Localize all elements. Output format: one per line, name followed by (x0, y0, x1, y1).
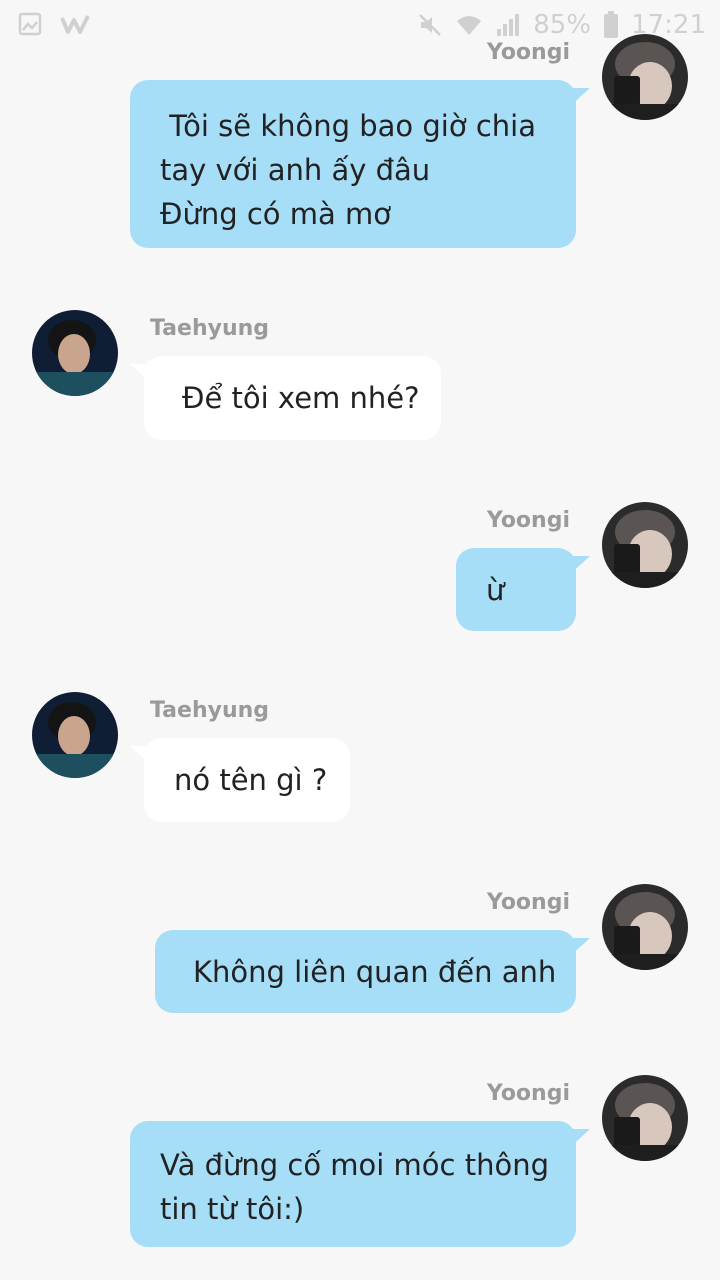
message-text: Đừng có mà mơ (160, 197, 391, 231)
message-bubble[interactable]: Và đừng cố moi móc thông tin từ tôi:) (130, 1121, 590, 1247)
battery-percent: 85% (533, 10, 592, 40)
message-bubble[interactable]: Không liên quan đến anh (155, 930, 590, 1013)
wattpad-icon (60, 12, 90, 36)
sender-name: Taehyung (150, 316, 270, 341)
message-text: Không liên quan đến anh (193, 955, 557, 989)
message-text: tin từ tôi:) (160, 1192, 305, 1226)
avatar-yoongi[interactable] (602, 502, 688, 588)
sender-name: Yoongi (486, 508, 570, 533)
wifi-icon (455, 13, 483, 37)
message-text: nó tên gì ? (174, 763, 328, 797)
status-bar: 85% 17:21 (0, 0, 720, 50)
avatar-yoongi[interactable] (602, 1075, 688, 1161)
mute-icon (417, 12, 443, 38)
avatar-yoongi[interactable] (602, 34, 688, 120)
avatar-taehyung[interactable] (32, 692, 118, 778)
sender-name: Yoongi (486, 40, 570, 65)
message-text: tay với anh ấy đâu (160, 153, 431, 187)
message-bubble[interactable]: nó tên gì ? (130, 738, 350, 822)
message-bubble[interactable]: ừ (456, 548, 590, 631)
gallery-icon (18, 12, 42, 36)
message-text: ừ (486, 573, 505, 607)
sender-name: Yoongi (486, 1081, 570, 1106)
sender-name: Yoongi (486, 890, 570, 915)
signal-icon (495, 12, 521, 38)
message-bubble[interactable]: Để tôi xem nhé? (130, 356, 441, 440)
message-text: Để tôi xem nhé? (182, 381, 420, 415)
battery-icon (603, 11, 619, 39)
avatar-yoongi[interactable] (602, 884, 688, 970)
message-text: Tôi sẽ không bao giờ chia (160, 109, 536, 143)
message-bubble[interactable]: Tôi sẽ không bao giờ chia tay với anh ấy… (130, 80, 590, 248)
message-text: Và đừng cố moi móc thông (160, 1148, 549, 1182)
avatar-taehyung[interactable] (32, 310, 118, 396)
sender-name: Taehyung (150, 698, 270, 723)
